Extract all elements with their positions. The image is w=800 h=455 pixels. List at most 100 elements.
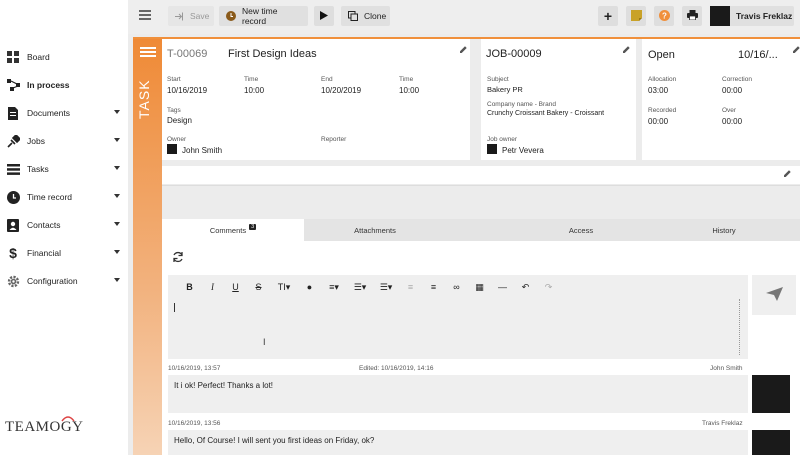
hamburger-menu-icon[interactable]: [139, 10, 151, 20]
link-icon[interactable]: ∞: [445, 282, 468, 292]
sidebar-item-board[interactable]: Board: [6, 49, 124, 65]
comment-message: It i ok! Perfect! Thanks a lot!: [168, 375, 748, 413]
sidebar-item-configuration[interactable]: Configuration: [6, 273, 124, 289]
tags-value: Design: [167, 116, 192, 125]
status-state: Open: [648, 49, 675, 61]
end-time: 10:00: [399, 86, 420, 95]
job-id: JOB-00009: [486, 48, 542, 60]
avatar: [167, 144, 177, 154]
refresh-icon[interactable]: [172, 251, 184, 265]
table-icon[interactable]: ▦: [468, 282, 491, 293]
new-time-record-button[interactable]: New time record: [219, 6, 308, 26]
task-strip-label: TASK: [136, 79, 152, 119]
tab-bar: Comments 3 Attachments Access History: [162, 219, 800, 241]
italic-icon[interactable]: I: [201, 282, 224, 292]
svg-text:TEAMOGY: TEAMOGY: [5, 419, 84, 435]
clone-icon: [348, 11, 358, 21]
chevron-down-icon: [114, 138, 120, 142]
over-value: 00:00: [722, 117, 743, 126]
sidebar-item-tasks[interactable]: Tasks: [6, 161, 124, 177]
tasks-icon: [6, 162, 20, 176]
resize-guide: [739, 299, 740, 355]
play-icon: [320, 10, 328, 22]
edit-icon[interactable]: [793, 46, 800, 54]
horizontal-rule-icon[interactable]: —: [491, 282, 514, 292]
end-time-label: Time: [399, 76, 414, 83]
tags-label: Tags: [167, 107, 181, 114]
over-label: Over: [722, 107, 737, 114]
send-icon: [765, 287, 783, 303]
comment-message: Hello, Of Course! I will sent you first …: [168, 430, 748, 455]
save-button[interactable]: Save: [168, 6, 214, 26]
text-size-icon[interactable]: TI▾: [270, 282, 298, 293]
chevron-down-icon: [114, 194, 120, 198]
sidebar-item-financial[interactable]: $ Financial: [6, 245, 124, 261]
strikethrough-icon[interactable]: S: [247, 282, 270, 292]
chevron-down-icon: [114, 222, 120, 226]
reporter-label: Reporter: [321, 136, 347, 143]
top-toolbar: Save New time record Clone + ? Travis Fr…: [128, 0, 800, 34]
arrow-in-icon: [175, 12, 184, 21]
chevron-down-icon: [114, 166, 120, 170]
sidebar-item-time-record[interactable]: Time record: [6, 189, 124, 205]
tab-comments[interactable]: Comments 3: [162, 219, 304, 241]
undo-icon[interactable]: ↶: [514, 282, 537, 293]
save-label: Save: [190, 11, 210, 21]
sidebar-item-documents[interactable]: Documents: [6, 105, 124, 121]
main-content: TASK T-00069 First Design Ideas Start 10…: [128, 34, 800, 455]
process-icon: [6, 78, 20, 92]
comment-author: Travis Freklaz: [702, 420, 743, 427]
dollar-icon: $: [9, 245, 17, 261]
status-date: 10/16/...: [738, 49, 778, 61]
clock-icon: [6, 190, 20, 204]
outdent-icon[interactable]: ≡: [399, 282, 422, 292]
company-label: Company name - Brand: [487, 101, 557, 108]
company-value: Crunchy Croissant Bakery - Croissant: [487, 110, 605, 117]
unordered-list-icon[interactable]: ☰▾: [373, 282, 399, 293]
underline-icon[interactable]: U: [224, 282, 247, 292]
add-button[interactable]: +: [598, 6, 618, 26]
play-button[interactable]: [314, 6, 334, 26]
comment-text: Hello, Of Course! I will sent you first …: [174, 436, 375, 445]
task-id: T-00069: [167, 48, 208, 60]
owner-name: John Smith: [182, 146, 223, 155]
edit-icon[interactable]: [623, 46, 631, 54]
job-owner-label: Job owner: [487, 136, 517, 143]
notes-button[interactable]: [626, 6, 646, 26]
end-label: End: [321, 76, 333, 83]
job-owner-name: Petr Vevera: [502, 146, 544, 155]
indent-icon[interactable]: ≡: [422, 282, 445, 292]
color-drop-icon[interactable]: ●: [298, 282, 321, 292]
sidebar-item-jobs[interactable]: Jobs: [6, 133, 124, 149]
align-icon[interactable]: ≡▾: [321, 282, 347, 293]
start-date: 10/16/2019: [167, 86, 208, 95]
editor-toolbar: B I U S TI▾ ● ≡▾ ☰▾ ☰▾ ≡ ≡ ∞ ▦ — ↶ ↷: [168, 275, 748, 299]
send-button[interactable]: [752, 275, 796, 315]
user-menu[interactable]: Travis Freklaz: [710, 6, 794, 26]
tab-access[interactable]: Access: [510, 219, 652, 241]
document-icon: [6, 106, 20, 120]
help-button[interactable]: ?: [654, 6, 674, 26]
edit-icon[interactable]: [784, 170, 792, 178]
tab-attachments[interactable]: Attachments: [304, 219, 446, 241]
sidebar-item-label: In process: [27, 80, 70, 90]
tab-history[interactable]: History: [653, 219, 795, 241]
clone-button[interactable]: Clone: [341, 6, 390, 26]
redo-icon[interactable]: ↷: [537, 282, 560, 293]
task-title: First Design Ideas: [228, 48, 317, 60]
sidebar-item-label: Board: [27, 52, 50, 62]
ordered-list-icon[interactable]: ☰▾: [347, 282, 373, 293]
avatar: [752, 430, 790, 455]
print-button[interactable]: [682, 6, 702, 26]
jobs-icon: [6, 134, 20, 148]
description-bar[interactable]: [162, 166, 800, 184]
avatar: [487, 144, 497, 154]
ibeam-cursor-icon: I: [263, 337, 266, 347]
sidebar-item-contacts[interactable]: Contacts: [6, 217, 124, 233]
sidebar-item-in-process[interactable]: In process: [6, 77, 124, 93]
contacts-icon: [6, 218, 20, 232]
edit-icon[interactable]: [460, 46, 468, 54]
comment-author: John Smith: [710, 365, 743, 372]
bold-icon[interactable]: B: [178, 282, 201, 292]
comment-editor[interactable]: B I U S TI▾ ● ≡▾ ☰▾ ☰▾ ≡ ≡ ∞ ▦ — ↶ ↷ I: [168, 275, 748, 359]
